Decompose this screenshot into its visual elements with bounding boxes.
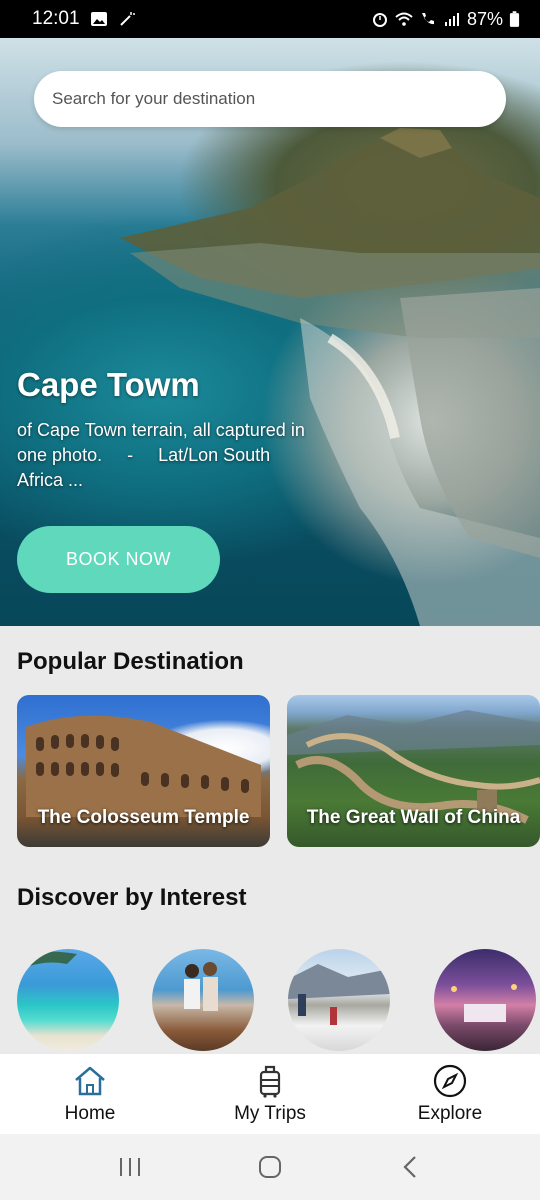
interest-beach[interactable] [17, 949, 119, 1051]
book-now-button[interactable]: BOOK NOW [17, 526, 220, 593]
destination-label: The Great Wall of China [306, 807, 521, 828]
couple-image [184, 962, 218, 1011]
hero-description: of Cape Town terrain, all captured in on… [17, 420, 310, 490]
compass-icon [433, 1064, 467, 1098]
discover-by-interest-title: Discover by Interest [17, 884, 247, 911]
status-time: 12:01 [32, 8, 80, 29]
wifi-icon [395, 12, 413, 26]
palm-leaves-image [17, 951, 77, 971]
call-icon [421, 13, 434, 25]
status-bar: 12:01 87% [0, 0, 540, 38]
search-bar[interactable] [34, 71, 506, 127]
gallery-icon [90, 12, 107, 26]
nav-explore[interactable]: Explore [360, 1054, 540, 1134]
battery-icon [509, 10, 520, 27]
nav-my-trips[interactable]: My Trips [180, 1054, 360, 1134]
nav-home[interactable]: Home [0, 1054, 180, 1134]
search-input[interactable] [52, 89, 488, 109]
destination-card-great-wall[interactable]: The Great Wall of China [287, 695, 540, 847]
hero-title: Cape Towm [17, 366, 200, 403]
interest-hiking[interactable] [288, 949, 390, 1051]
interest-dining[interactable] [434, 949, 536, 1051]
signal-icon [444, 13, 459, 26]
dinner-setup-image [451, 984, 517, 1022]
system-navigation-bar [0, 1134, 540, 1200]
back-icon [403, 1156, 416, 1178]
magic-wand-icon [119, 12, 135, 26]
home-circle-icon [259, 1156, 281, 1178]
home-system-button[interactable] [250, 1147, 290, 1187]
battery-text: 87% [466, 8, 503, 29]
luggage-icon [259, 1065, 281, 1098]
hero-banner: Cape Towm of Cape Town terrain, all capt… [0, 38, 540, 626]
status-left: 12:01 [32, 8, 136, 30]
recent-apps-button[interactable] [110, 1147, 150, 1187]
status-right: 87% [371, 9, 520, 30]
destination-label: The Colosseum Temple [37, 807, 250, 828]
bottom-navigation: Home My Trips Explore [0, 1054, 540, 1134]
nav-my-trips-label: My Trips [234, 1103, 306, 1124]
nav-home-label: Home [64, 1103, 116, 1124]
nav-explore-label: Explore [417, 1103, 483, 1124]
interest-couples[interactable] [152, 949, 254, 1051]
destination-card-colosseum[interactable]: The Colosseum Temple [17, 695, 270, 847]
popular-destination-title: Popular Destination [17, 648, 244, 675]
hikers-image [288, 964, 390, 1025]
recent-apps-icon [120, 1158, 140, 1176]
colosseum-image [26, 715, 261, 817]
alarm-icon [372, 13, 387, 27]
home-icon [75, 1066, 105, 1096]
back-button[interactable] [390, 1147, 430, 1187]
